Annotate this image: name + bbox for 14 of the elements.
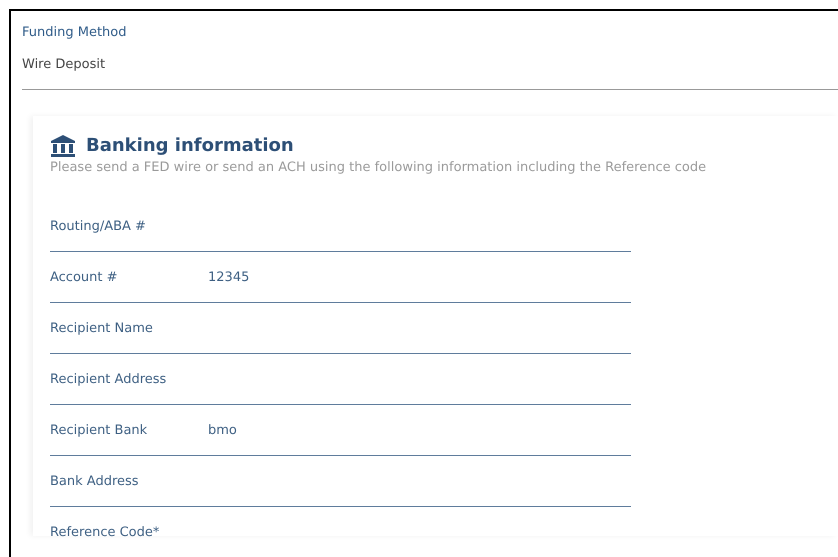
field-label: Funding Method bbox=[22, 24, 126, 42]
field-value: 12345 bbox=[208, 270, 250, 284]
card-title: Banking information bbox=[86, 135, 294, 157]
field-label: Bank Address bbox=[50, 474, 140, 488]
field-label: Recipient Bank bbox=[50, 422, 148, 438]
field-label: Recipient Name bbox=[50, 320, 154, 336]
field-label: Recipient Address bbox=[50, 372, 168, 386]
bank-icon bbox=[50, 134, 76, 158]
field-value: Wire Deposit bbox=[22, 56, 106, 74]
field-value: bmo bbox=[208, 422, 237, 438]
field-label: Routing/ABA # bbox=[50, 218, 147, 234]
field-label: Account # bbox=[50, 270, 119, 284]
card-subtitle: Please send a FED wire or send an ACH using the following information including the Reference code bbox=[50, 159, 708, 177]
field-label: Reference Code* bbox=[50, 524, 160, 540]
